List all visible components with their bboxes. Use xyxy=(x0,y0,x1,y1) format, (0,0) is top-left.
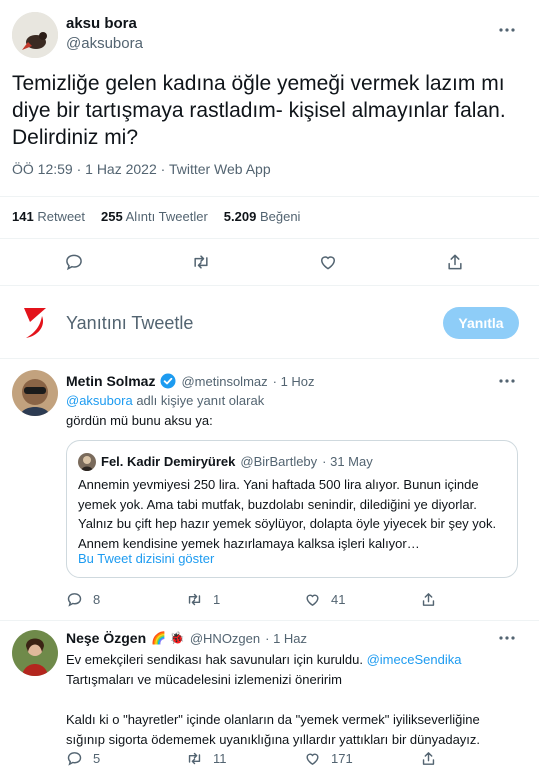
quotes-label: Alıntı Tweetler xyxy=(125,209,208,224)
like-icon xyxy=(304,750,321,767)
reply-author-handle[interactable]: @HNOzgen xyxy=(190,631,260,646)
like-icon xyxy=(304,591,321,608)
quote-author-handle: @BirBartleby xyxy=(240,454,318,469)
quote-header: Fel. Kadir Demiryürek @BirBartleby · 31 … xyxy=(101,454,373,469)
quoted-tweet-card[interactable]: Fel. Kadir Demiryürek @BirBartleby · 31 … xyxy=(66,440,518,578)
quote-author-name: Fel. Kadir Demiryürek xyxy=(101,454,236,469)
retweets-count: 141 xyxy=(12,209,34,224)
likes-label: Beğeni xyxy=(259,209,301,224)
quote-thread-link[interactable]: Bu Tweet dizisini göster xyxy=(78,551,214,566)
reply-header: Neşe Özgen 🌈 🐞 @HNOzgen · 1 Haz xyxy=(66,630,307,646)
reply-text-para2: Kaldı ki o "hayretler" içinde olanların … xyxy=(66,712,481,747)
reply-text: Ev emekçileri sendikası hak savunuları i… xyxy=(66,650,516,750)
reply-text-part: Ev emekçileri sendikası hak savunuları i… xyxy=(66,652,363,667)
like-icon[interactable] xyxy=(318,252,338,272)
reply-text-line1: Ev emekçileri sendikası hak savunuları i… xyxy=(66,650,516,670)
share-icon[interactable] xyxy=(420,750,437,767)
reply-button-action[interactable]: 8 xyxy=(66,591,100,608)
reply-icon xyxy=(66,750,83,767)
main-tweet-text: Temizliğe gelen kadına öğle yemeği verme… xyxy=(12,72,506,149)
stats-row: 141 Retweet 255 Alıntı Tweetler 5.209 Be… xyxy=(12,209,300,224)
likes-stat[interactable]: 5.209 Beğeni xyxy=(224,209,301,224)
main-author-avatar[interactable] xyxy=(12,12,58,58)
reply-avatar[interactable] xyxy=(12,630,58,676)
reply-to-line: @aksubora adlı kişiye yanıt olarak xyxy=(66,393,264,408)
reply-to-suffix: adlı kişiye yanıt olarak xyxy=(136,393,265,408)
reply-time[interactable]: · 1 Haz xyxy=(265,631,307,646)
retweets-stat[interactable]: 141 Retweet xyxy=(12,209,85,224)
retweet-button-action[interactable]: 1 xyxy=(186,591,220,608)
mention-link[interactable]: @imeceSendika xyxy=(367,652,462,667)
more-icon[interactable] xyxy=(497,20,517,40)
more-icon[interactable] xyxy=(497,628,517,648)
reply-count: 5 xyxy=(93,751,101,766)
reply-button-action[interactable]: 5 xyxy=(66,750,100,767)
reply-count: 8 xyxy=(93,592,101,607)
reply-time[interactable]: · 1 Hoz xyxy=(273,374,315,389)
like-count: 171 xyxy=(331,751,353,766)
like-count: 41 xyxy=(331,592,346,607)
reply-input[interactable]: Yanıtını Tweetle xyxy=(66,313,193,334)
retweet-icon xyxy=(186,591,203,608)
retweets-label: Retweet xyxy=(37,209,86,224)
more-icon[interactable] xyxy=(497,371,517,391)
main-tweet-meta: ÖÖ 12:59 · 1 Haz 2022 · Twitter Web App xyxy=(12,161,271,177)
reply-header: Metin Solmaz @metinsolmaz · 1 Hoz xyxy=(66,373,315,389)
share-icon[interactable] xyxy=(445,252,465,272)
quotes-stat[interactable]: 255 Alıntı Tweetler xyxy=(101,209,208,224)
likes-count: 5.209 xyxy=(223,209,257,224)
retweet-button-action[interactable]: 11 xyxy=(186,750,227,767)
reply-author-emoji: 🌈 🐞 xyxy=(151,631,185,645)
reply-avatar[interactable] xyxy=(12,370,58,416)
like-button-action[interactable]: 41 xyxy=(304,591,345,608)
share-icon[interactable] xyxy=(420,591,437,608)
reply-icon xyxy=(66,591,83,608)
reply-author-name[interactable]: Metin Solmaz xyxy=(66,373,155,389)
reply-text-line2: Tartışmaları ve mücadelesini izlemenizi … xyxy=(66,672,342,687)
reply-author-handle[interactable]: @metinsolmaz xyxy=(181,374,267,389)
quote-text: Annemin yevmiyesi 250 lira. Yani haftada… xyxy=(78,477,497,551)
verified-icon xyxy=(160,373,176,389)
reply-icon[interactable] xyxy=(64,252,84,272)
main-author-name[interactable]: aksu bora xyxy=(66,15,137,32)
reply-to-handle[interactable]: @aksubora xyxy=(66,393,133,408)
main-author-handle[interactable]: @aksubora xyxy=(66,35,143,52)
retweet-count: 11 xyxy=(213,751,227,766)
brand-logo xyxy=(20,304,48,340)
retweet-icon[interactable] xyxy=(191,252,211,272)
reply-author-name[interactable]: Neşe Özgen xyxy=(66,630,146,646)
like-button-action[interactable]: 171 xyxy=(304,750,353,767)
reply-text: gördün mü bunu aksu ya: xyxy=(66,413,213,428)
reply-button[interactable]: Yanıtla xyxy=(443,307,519,339)
retweet-count: 1 xyxy=(213,592,221,607)
quotes-count: 255 xyxy=(101,209,123,224)
retweet-icon xyxy=(186,750,203,767)
quote-avatar xyxy=(78,453,96,471)
quote-time: · 31 May xyxy=(322,454,373,469)
